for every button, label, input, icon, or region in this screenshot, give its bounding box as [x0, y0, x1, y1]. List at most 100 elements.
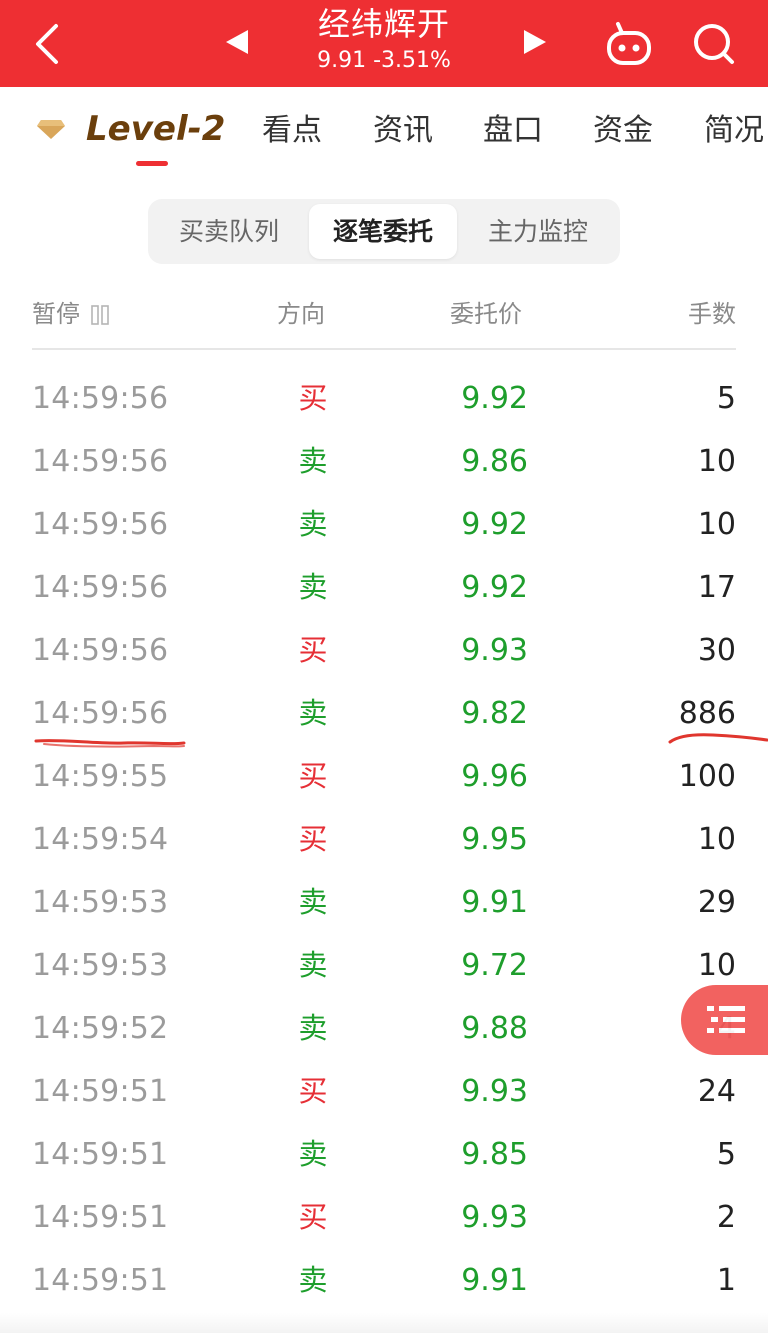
pause-toggle[interactable]: 暂停 — [32, 294, 110, 334]
order-price: 9.72 — [461, 948, 528, 983]
order-time: 14:59:51 — [32, 1263, 169, 1298]
header-divider — [32, 348, 736, 350]
list-icon — [707, 1006, 745, 1033]
order-time: 14:59:52 — [32, 1011, 169, 1046]
search-button[interactable] — [688, 18, 740, 70]
robot-icon — [607, 22, 651, 65]
stock-header: 经纬辉开 9.91 -3.51% — [0, 0, 768, 87]
order-direction: 卖 — [298, 696, 328, 730]
table-row: 14:59:51 买 9.93 24 — [0, 1060, 768, 1123]
order-direction: 买 — [298, 633, 328, 667]
table-row: 14:59:56 卖 9.86 10 — [0, 430, 768, 493]
order-price: 9.88 — [461, 1011, 528, 1046]
stock-name: 经纬辉开 — [317, 5, 450, 43]
next-stock-button[interactable] — [518, 24, 550, 60]
order-price: 9.92 — [461, 507, 528, 542]
order-time: 14:59:51 — [32, 1137, 169, 1172]
order-quantity: 100 — [678, 759, 736, 794]
order-time: 14:59:54 — [32, 822, 169, 857]
order-quantity: 30 — [697, 633, 736, 668]
tab-profile[interactable]: 简况 — [704, 109, 764, 153]
order-direction: 卖 — [298, 1137, 328, 1171]
table-row: 14:59:54 买 9.95 10 — [0, 808, 768, 871]
order-direction: 卖 — [298, 885, 328, 919]
order-direction: 卖 — [298, 444, 328, 478]
table-row: 14:59:55 买 9.96 100 — [0, 745, 768, 808]
segment-main-monitor[interactable]: 主力监控 — [462, 204, 614, 259]
order-time: 14:59:51 — [32, 1200, 169, 1235]
pause-icon — [91, 305, 109, 325]
order-time: 14:59:56 — [32, 507, 169, 542]
red-annotation-stroke — [668, 733, 768, 744]
chevron-left-icon — [36, 24, 58, 64]
order-time: 14:59:53 — [32, 885, 169, 920]
order-price: 9.82 — [461, 696, 528, 731]
search-icon — [694, 24, 734, 64]
order-direction: 买 — [298, 1074, 328, 1108]
order-direction: 卖 — [298, 1011, 328, 1045]
triangle-left-icon — [226, 30, 248, 54]
table-row: 14:59:53 卖 9.91 29 — [0, 871, 768, 934]
order-quantity: 29 — [697, 885, 736, 920]
order-quantity: 24 — [697, 1074, 736, 1109]
order-direction: 卖 — [298, 570, 328, 604]
tab-bar: Level-2 看点 资讯 盘口 资金 简况 — [0, 87, 768, 175]
stock-quote: 9.91 -3.51% — [317, 48, 451, 73]
diamond-icon — [37, 120, 65, 139]
order-time: 14:59:56 — [32, 570, 169, 605]
tab-funds[interactable]: 资金 — [593, 109, 653, 153]
table-row: 14:59:56 买 9.93 30 — [0, 619, 768, 682]
order-time: 14:59:53 — [32, 948, 169, 983]
order-direction: 卖 — [298, 1263, 328, 1297]
order-price: 9.96 — [461, 759, 528, 794]
table-row: 14:59:56 卖 9.92 10 — [0, 493, 768, 556]
table-row: 14:59:52卖9.884 — [0, 997, 768, 1060]
order-direction: 买 — [298, 1200, 328, 1234]
table-row: 14:59:51 卖 9.85 5 — [0, 1123, 768, 1186]
order-direction: 买 — [298, 759, 328, 793]
segment-control: 买卖队列 逐笔委托 主力监控 — [148, 199, 620, 264]
red-annotation-stroke — [34, 739, 186, 748]
order-direction: 卖 — [298, 948, 328, 982]
active-tab-indicator — [136, 161, 168, 166]
column-header-pause: 暂停 — [32, 300, 80, 328]
order-price: 9.93 — [461, 1200, 528, 1235]
order-price: 9.93 — [461, 633, 528, 668]
order-quantity: 5 — [716, 381, 736, 416]
order-price: 9.91 — [461, 885, 528, 920]
table-row: 14:59:53 卖 9.72 10 — [0, 934, 768, 997]
order-quantity: 10 — [697, 444, 736, 479]
segment-order-queue[interactable]: 买卖队列 — [154, 204, 304, 259]
triangle-right-icon — [524, 30, 546, 54]
order-direction: 卖 — [298, 507, 328, 541]
order-time: 14:59:56 — [32, 381, 169, 416]
stock-title: 经纬辉开 9.91 -3.51% — [270, 0, 498, 87]
back-button[interactable] — [26, 18, 74, 70]
order-quantity: 1 — [716, 1263, 736, 1298]
order-quantity: 10 — [697, 507, 736, 542]
order-direction: 买 — [298, 822, 328, 856]
bottom-edge — [0, 1313, 768, 1333]
table-row: 14:59:56 卖 9.92 17 — [0, 556, 768, 619]
column-header-price: 委托价 — [450, 300, 522, 328]
order-quantity: 17 — [697, 570, 736, 605]
order-quantity: 5 — [716, 1137, 736, 1172]
assistant-button[interactable] — [602, 18, 656, 70]
order-time: 14:59:51 — [32, 1074, 169, 1109]
order-time: 14:59:56 — [32, 633, 169, 668]
tab-label: Level-2 — [86, 109, 226, 149]
tab-news[interactable]: 资讯 — [373, 109, 433, 153]
table-row: 14:59:51 卖 9.91 1 — [0, 1249, 768, 1312]
order-time: 14:59:55 — [32, 759, 169, 794]
order-direction: 买 — [298, 381, 328, 415]
order-price: 9.91 — [461, 1263, 528, 1298]
column-header-quantity: 手数 — [688, 300, 736, 328]
tab-order-book[interactable]: 盘口 — [483, 109, 543, 153]
menu-float-button[interactable] — [681, 985, 768, 1055]
order-price: 9.95 — [461, 822, 528, 857]
tab-highlights[interactable]: 看点 — [262, 109, 322, 153]
prev-stock-button[interactable] — [222, 24, 254, 60]
segment-tick-orders[interactable]: 逐笔委托 — [309, 204, 457, 259]
table-row: 14:59:56 买 9.92 5 — [0, 367, 768, 430]
order-quantity: 10 — [697, 822, 736, 857]
